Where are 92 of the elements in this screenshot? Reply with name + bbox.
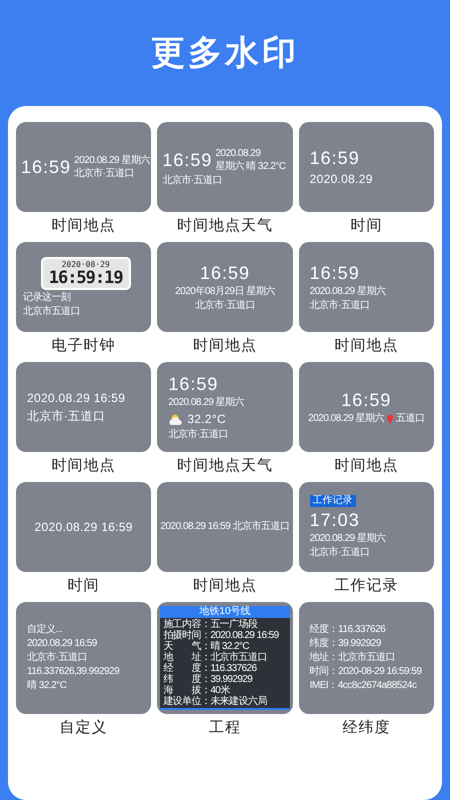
template-label: 电子时钟 [52,336,116,356]
watermark-preview[interactable]: 16:59 2020年08月29日 星期六 北京市·五道口 [157,242,293,332]
field-label: 拍摄时间： [163,630,210,641]
time-text: 16:59 [162,149,212,171]
watermark-text: 2020.08.29 [310,171,373,187]
template-label: 工程 [208,718,241,738]
watermark-text: IMEI：4cc8c2674a88524c [310,680,416,692]
field-label: 海 拔： [163,685,210,696]
clock-time: 16:59:19 [48,268,123,286]
tag-label: 工作记录 [310,495,356,507]
template-label: 自定义 [60,718,108,738]
watermark-preview[interactable]: 经度：116.337626 纬度：39.992929 地址：北京市五道口 时间：2020-08-29 16:59:59 IMEI：4cc8c2674a88524c [298,602,434,714]
watermark-text: 北京市·五道口 [27,652,87,664]
template-label: 工作记录 [334,576,398,596]
watermark-text: 2020.08.29 星期六 [310,533,386,545]
watermark-text: 2020.08.29 星期六 [308,413,384,425]
place-text: 五道口 [396,413,424,425]
field-label: 建设单位： [163,696,210,707]
time-text: 16:59 [310,262,360,284]
time-text: 16:59 [21,156,72,178]
time-text: 16:59 [341,389,392,411]
watermark-text: 经度：116.337626 [310,624,386,636]
template-label: 时间地点 [52,456,116,476]
watermark-text: 北京市五道口 [23,306,80,318]
watermark-preview[interactable]: 2020.08.29 16:59 北京市·五道口 [16,362,152,452]
watermark-text: 纬度：39.992929 [310,638,381,650]
field-value: 北京市五道口 [210,652,267,663]
watermark-preview[interactable]: 2020.08.29 16:59 [16,482,152,572]
watermark-text: 2020.08.29 16:59 [27,638,97,650]
watermark-text: 晴 32.2°C [27,680,66,692]
field-label: 经 度： [163,663,210,674]
watermark-preview[interactable]: 2020.08.29 16:59 北京市五道口 [157,482,293,572]
field-value: 116.337626 [210,663,256,674]
watermark-preview[interactable]: 16:59 2020.08.29 [298,122,434,212]
cloudy-sun-icon [168,412,184,426]
watermark-text: 2020.08.29 星期六 [74,154,150,166]
template-label: 时间地点 [192,576,257,596]
template-label: 时间 [350,216,382,236]
watermark-text: 北京市·五道口 [195,300,255,312]
template-label: 时间地点 [334,456,398,476]
field-value: 2020.08.29 16:59 [210,630,279,641]
watermark-preview[interactable]: 2020·08·29 16:59:19 记录这一刻 北京市五道口 [16,242,152,332]
watermark-text: 2020.08.29 星期六 [168,397,244,409]
field-value: 晴 32.2°C [210,641,250,652]
template-label: 时间地点 [52,216,116,236]
location-pin-icon [386,414,393,424]
watermark-text: 记录这一刻 [23,292,70,304]
template-label: 时间地点天气 [176,216,273,236]
watermark-text: 北京市·五道口 [168,429,228,441]
field-value: 五一广场段 [210,619,258,630]
field-label: 地 址： [163,652,210,663]
watermark-text: 2020.08.29 16:59 北京市五道口 [160,521,290,533]
watermark-preview[interactable]: 16:59 2020.08.29 星期六 北京市·五道口 [298,242,434,332]
watermark-text: 2020.08.29 16:59 [34,519,133,535]
watermark-text: 2020.08.29 星期六 [310,286,386,298]
watermark-text: 北京市·五道口 [74,168,135,180]
field-value: 39.992929 [210,674,252,685]
field-value: 未来建设六局 [210,696,267,707]
temperature-text: 32.2°C [187,411,226,427]
panel-title: 地铁10号线 [160,606,290,618]
watermark-text: 自定义... [27,624,62,636]
time-text: 16:59 [168,373,218,395]
watermark-text: 北京市·五道口 [310,300,370,312]
watermark-text: 星期六 晴 32.2°C [215,160,286,172]
template-label: 经纬度 [342,718,390,738]
page-title: 更多水印 [150,33,300,74]
watermark-text: 北京市·五道口 [162,174,222,186]
time-text: 16:59 [200,262,250,284]
watermark-text: 2020.08.29 [215,148,262,160]
watermark-text: 北京市·五道口 [310,547,370,559]
template-label: 时间地点 [334,336,398,356]
watermark-text: 2020年08月29日 星期六 [175,286,275,298]
field-label: 纬 度： [163,674,210,685]
watermark-text: 北京市·五道口 [27,408,106,424]
field-label: 天 气： [163,641,210,652]
watermark-text: 116.337626,39.992929 [27,666,120,678]
template-label: 时间 [68,576,100,596]
template-label: 时间地点 [192,336,257,356]
field-value: 40米 [210,685,230,696]
watermark-preview[interactable]: 16:59 2020.08.29 星期六 五道口 [298,362,434,452]
clock-date: 2020·08·29 [62,260,110,268]
watermark-text: 地址：北京市五道口 [310,652,396,664]
watermark-preview[interactable]: 自定义... 2020.08.29 16:59 北京市·五道口 116.337626,39.992929 晴 32.2°C [16,602,152,714]
watermark-preview[interactable]: 16:59 2020.08.29 星期六 32.2°C 北京市·五道口 [157,362,293,452]
time-text: 16:59 [310,147,360,169]
field-label: 施工内容： [163,619,210,630]
template-label: 时间地点天气 [176,456,273,476]
watermark-preview[interactable]: 工作记录 17:03 2020.08.29 星期六 北京市·五道口 [298,482,434,572]
watermark-text: 时间：2020-08-29 16:59:59 [310,666,422,678]
time-text: 17:03 [310,509,360,531]
watermark-text: 2020.08.29 16:59 [27,390,126,406]
watermark-preview[interactable]: 地铁10号线 施工内容：五一广场段 拍摄时间：2020.08.29 16:59 天 气：晴 32.2°C 地 址：北京市五道口 经 度：116.337626 纬 度：39.992929 海 拔：40米 建设单位：未来建设六局 [157,602,293,714]
